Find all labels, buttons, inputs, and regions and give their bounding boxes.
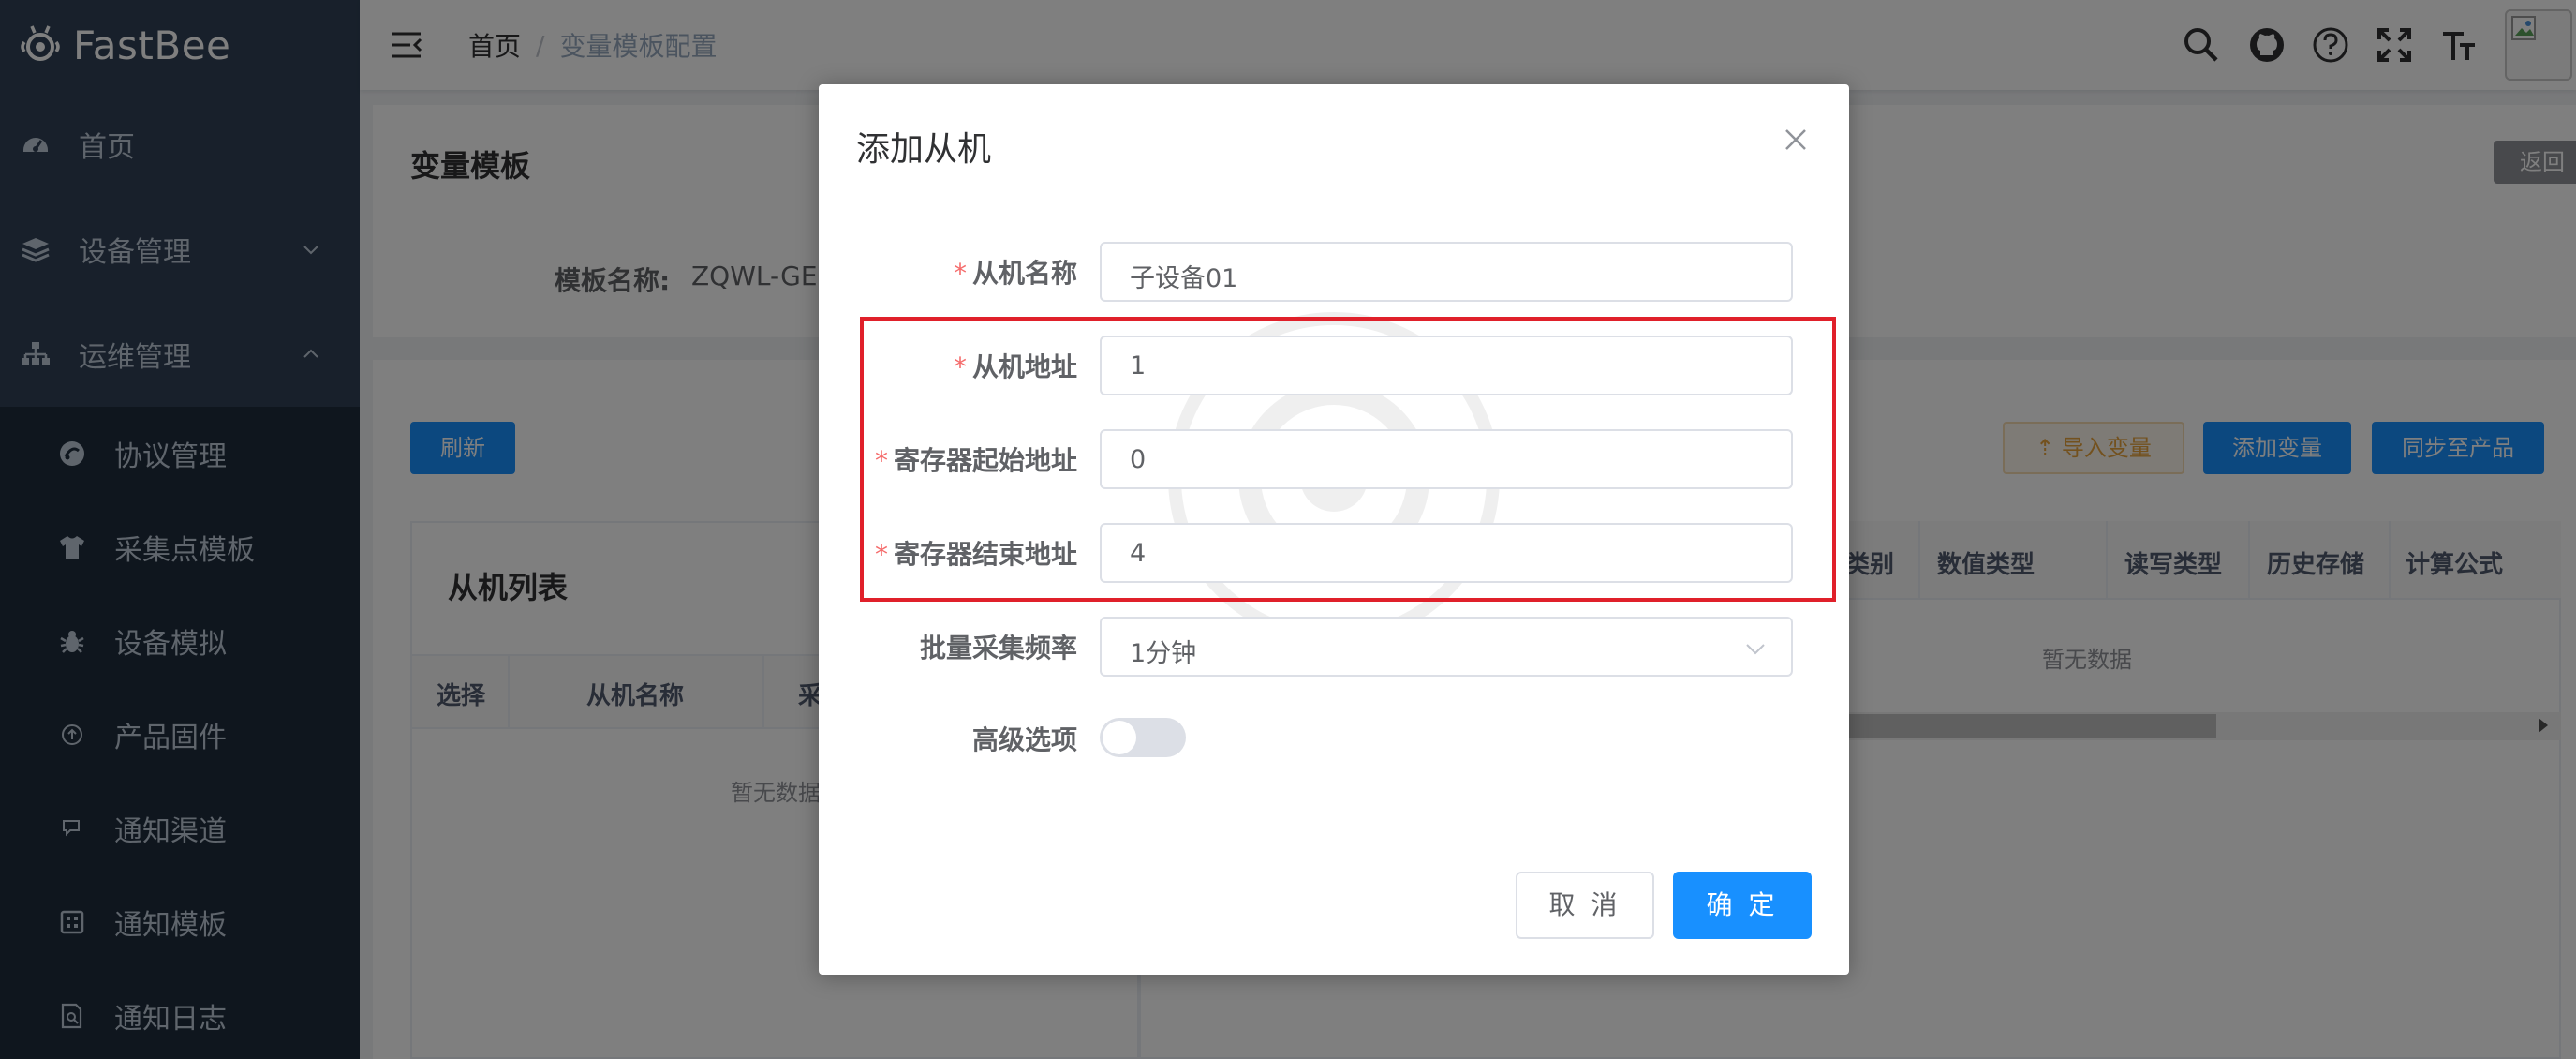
batch-frequency-value: 1分钟 [1130, 639, 1197, 668]
close-icon[interactable] [1782, 126, 1810, 154]
highlight-annotation-box [860, 317, 1836, 602]
slave-name-value: 子设备01 [1130, 264, 1238, 293]
required-mark: * [953, 258, 967, 289]
slave-name-label: * 从机名称 [954, 253, 1077, 291]
dialog-title: 添加从机 [856, 130, 992, 169]
cancel-button[interactable]: 取 消 [1516, 872, 1654, 939]
add-slave-dialog: 添加从机 * 从机名称 子设备01 * 从机地址 1 * 寄存器起始地址 0 * 寄存器… [819, 84, 1849, 975]
chevron-down-icon [1746, 644, 1765, 655]
confirm-button[interactable]: 确 定 [1673, 872, 1812, 939]
advanced-options-label: 高级选项 [971, 724, 1077, 755]
batch-frequency-label: 批量采集频率 [919, 633, 1077, 664]
batch-frequency-select[interactable]: 1分钟 [1100, 617, 1793, 677]
switch-knob [1103, 721, 1136, 754]
slave-name-input[interactable]: 子设备01 [1100, 242, 1793, 302]
advanced-options-switch[interactable] [1100, 718, 1186, 757]
slave-name-label-text: 从机名称 [971, 258, 1077, 289]
